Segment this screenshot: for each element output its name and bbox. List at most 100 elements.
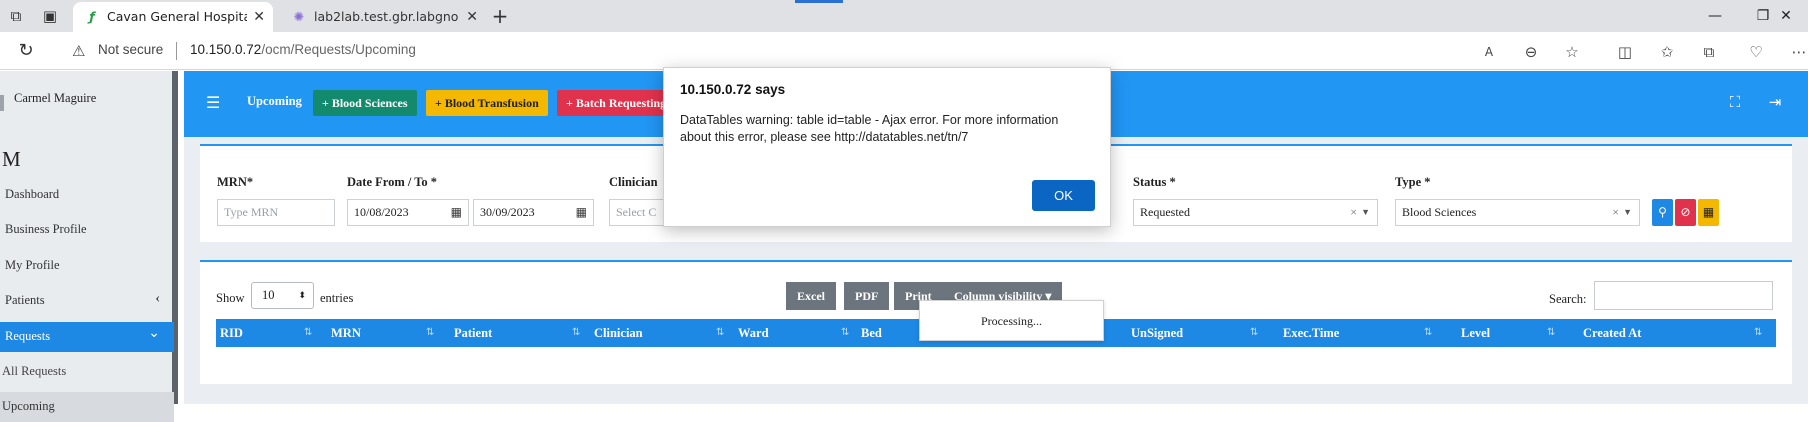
workspaces-icon[interactable]: ⧉ — [6, 6, 26, 26]
mrn-input[interactable]: Type MRN — [217, 199, 335, 226]
calendar-icon: ▦ — [1702, 205, 1715, 219]
user-profile[interactable]: Carmel Maguire — [0, 89, 170, 119]
fullscreen-icon[interactable]: ⛶ — [1724, 91, 1746, 113]
date-to-input[interactable]: 30/09/2023 ▦ — [473, 199, 594, 226]
warning-icon[interactable]: ⚠ — [72, 42, 90, 60]
column-header-level[interactable]: Level — [1461, 319, 1490, 347]
batch-requesting-button[interactable]: + Batch Requesting — [557, 90, 676, 116]
sidebar-item-all-requests[interactable]: All Requests — [0, 357, 174, 387]
sidebar-item-label: Patients — [5, 293, 45, 307]
url-path: /ocm/Requests/Upcoming — [261, 42, 416, 57]
close-tab-icon[interactable]: ✕ — [466, 2, 478, 32]
date-range-label: Date From / To * — [347, 175, 438, 189]
security-label[interactable]: Not secure — [98, 42, 163, 57]
clear-icon[interactable]: × — [1612, 200, 1619, 225]
zoom-out-icon[interactable]: ⊖ — [1520, 41, 1542, 63]
new-tab-icon[interactable]: + — [490, 6, 510, 26]
tab-actions-icon[interactable]: ▣ — [40, 6, 60, 26]
reset-button[interactable]: ⊘ — [1675, 199, 1696, 226]
type-select[interactable]: Blood Sciences × ▼ — [1395, 199, 1640, 226]
type-value: Blood Sciences — [1402, 205, 1477, 219]
calendar-icon[interactable]: ▦ — [576, 200, 587, 225]
split-screen-icon[interactable]: ◫ — [1614, 41, 1636, 63]
tab-accent — [795, 0, 843, 3]
search-button[interactable]: ⚲ — [1652, 199, 1673, 226]
collections-icon[interactable]: ⧉ — [1698, 41, 1720, 63]
sort-icon[interactable]: ⇅ — [1547, 327, 1555, 338]
date-to-value: 30/09/2023 — [480, 205, 535, 219]
column-header-unsigned[interactable]: UnSigned — [1131, 319, 1183, 347]
sidebar: Carmel Maguire M Dashboard Business Prof… — [0, 71, 178, 422]
sort-icon[interactable]: ⇅ — [716, 327, 724, 338]
address-separator — [176, 42, 177, 60]
url-field[interactable]: 10.150.0.72/ocm/Requests/Upcoming — [190, 42, 416, 57]
hse-logo-icon: ƒ — [89, 9, 95, 24]
page-title: Upcoming — [247, 94, 302, 108]
ok-button[interactable]: OK — [1032, 180, 1095, 211]
page-length-select[interactable]: 10 ⬍ — [251, 282, 314, 309]
sidebar-item-requests[interactable]: Requests ⌄ — [0, 322, 174, 352]
menu-toggle-icon[interactable]: ☰ — [206, 93, 220, 113]
chevron-down-icon: ▼ — [1361, 207, 1370, 217]
sort-icon[interactable]: ⇅ — [572, 327, 580, 338]
sort-icon[interactable]: ⇅ — [426, 327, 434, 338]
status-label: Status * — [1133, 175, 1176, 189]
entries-label: entries — [320, 291, 354, 305]
page-length-value: 10 — [262, 288, 275, 302]
user-name: Carmel Maguire — [14, 91, 97, 105]
tab-title: Cavan General Hospital Department — [107, 9, 247, 24]
favorites-list-icon[interactable]: ✩ — [1656, 41, 1678, 63]
logout-icon[interactable]: ⇥ — [1764, 91, 1786, 113]
close-tab-icon[interactable]: ✕ — [253, 2, 265, 32]
tab-cavan-hospital[interactable]: ƒ Cavan General Hospital Department ✕ — [73, 2, 273, 32]
sidebar-item-business-profile[interactable]: Business Profile — [0, 215, 174, 245]
processing-indicator: Processing... — [919, 300, 1104, 341]
column-header-created-at[interactable]: Created At — [1583, 319, 1641, 347]
date-from-input[interactable]: 10/08/2023 ▦ — [347, 199, 469, 226]
browser-essentials-icon[interactable]: ♡ — [1745, 41, 1767, 63]
favorite-star-icon[interactable]: ☆ — [1561, 41, 1583, 63]
sort-icon[interactable]: ⇅ — [841, 327, 849, 338]
status-value: Requested — [1140, 205, 1190, 219]
calendar-button[interactable]: ▦ — [1698, 199, 1719, 226]
snowflake-icon: ✺ — [293, 9, 305, 24]
close-window-icon[interactable]: ✕ — [1764, 0, 1808, 32]
pdf-export-button[interactable]: PDF — [844, 282, 890, 310]
minimize-icon[interactable]: — — [1692, 0, 1738, 32]
sort-icon[interactable]: ⇅ — [1754, 327, 1762, 338]
more-options-icon[interactable]: ⋯ — [1790, 41, 1808, 63]
sort-icon[interactable]: ⇅ — [304, 327, 312, 338]
search-icon: ⚲ — [1658, 205, 1667, 219]
excel-export-button[interactable]: Excel — [786, 282, 836, 310]
column-header-ward[interactable]: Ward — [738, 319, 769, 347]
column-header-mrn[interactable]: MRN — [331, 319, 361, 347]
alert-dialog: 10.150.0.72 says DataTables warning: tab… — [663, 67, 1111, 227]
sidebar-item-label: Dashboard — [5, 187, 60, 201]
show-label: Show — [216, 291, 245, 305]
sidebar-item-label: Business Profile — [5, 222, 87, 236]
dialog-message: DataTables warning: table id=table - Aja… — [680, 113, 1059, 144]
column-header-rid[interactable]: RID — [220, 319, 243, 347]
table-search-input[interactable] — [1594, 281, 1773, 310]
column-header-clinician[interactable]: Clinician — [594, 319, 643, 347]
app-logo: M — [2, 147, 21, 171]
sort-icon[interactable]: ⇅ — [1250, 327, 1258, 338]
status-select[interactable]: Requested × ▼ — [1133, 199, 1378, 226]
column-header-exec-time[interactable]: Exec.Time — [1283, 319, 1339, 347]
sidebar-item-my-profile[interactable]: My Profile — [0, 251, 174, 281]
address-bar: ↻ ⚠ Not secure 10.150.0.72/ocm/Requests/… — [0, 32, 1808, 70]
chevron-down-icon: ⌄ — [148, 326, 160, 341]
read-aloud-icon[interactable]: A — [1478, 41, 1500, 63]
sidebar-item-dashboard[interactable]: Dashboard — [0, 180, 174, 210]
sidebar-item-upcoming[interactable]: Upcoming — [0, 392, 174, 422]
sidebar-item-patients[interactable]: Patients ‹ — [0, 286, 174, 316]
clear-icon[interactable]: × — [1350, 200, 1357, 225]
column-header-patient[interactable]: Patient — [454, 319, 492, 347]
reload-icon[interactable]: ↻ — [16, 41, 36, 61]
sort-icon[interactable]: ⇅ — [1424, 327, 1432, 338]
add-blood-transfusion-button[interactable]: + Blood Transfusion — [426, 90, 548, 116]
tab-lab2lab[interactable]: ✺ lab2lab.test.gbr.labgnostic.com/ ✕ — [280, 2, 486, 32]
column-header-bed[interactable]: Bed — [861, 319, 882, 347]
calendar-icon[interactable]: ▦ — [451, 200, 462, 225]
add-blood-sciences-button[interactable]: + Blood Sciences — [313, 90, 417, 116]
